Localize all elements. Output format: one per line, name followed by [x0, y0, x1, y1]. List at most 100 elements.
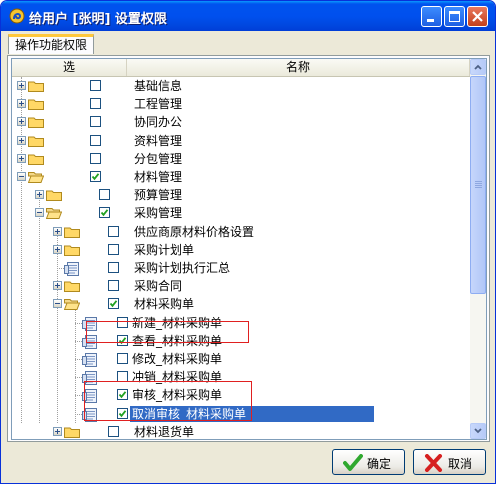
folder-icon	[28, 116, 44, 128]
tree-row[interactable]: 材料管理	[12, 168, 470, 186]
ok-button[interactable]: 确定	[332, 449, 405, 475]
vertical-scrollbar[interactable]	[470, 59, 486, 439]
checkmark-icon	[343, 454, 363, 471]
tree-item-label: 材料退货单	[134, 425, 195, 439]
tree-item-label: 材料采购单	[134, 297, 195, 311]
expand-icon[interactable]	[17, 136, 26, 145]
tree-item-label: 预算管理	[134, 188, 183, 202]
collapse-icon[interactable]	[35, 208, 44, 217]
title-bar[interactable]: 给用户 [张明] 设置权限	[1, 1, 495, 31]
permission-checkbox[interactable]	[90, 153, 101, 164]
folder-icon	[64, 426, 80, 438]
app-icon	[9, 8, 25, 24]
close-icon	[472, 11, 483, 22]
permission-checkbox[interactable]	[99, 207, 110, 218]
tree-row[interactable]: 协同办公	[12, 113, 470, 131]
tree-row[interactable]: 供应商原材料价格设置	[12, 223, 470, 241]
document-icon	[64, 262, 80, 276]
permission-checkbox[interactable]	[90, 135, 101, 146]
tree-item-label: 供应商原材料价格设置	[134, 225, 255, 239]
cancel-button[interactable]: 取消	[413, 449, 486, 475]
tree-item-label: 工程管理	[134, 97, 183, 111]
tree-row[interactable]: 采购计划执行汇总	[12, 259, 470, 277]
tree-item-label: 资料管理	[134, 134, 183, 148]
minimize-button[interactable]	[421, 6, 442, 27]
scroll-down-button[interactable]	[470, 423, 486, 439]
highlight-box	[86, 321, 249, 343]
tree-item-label: 采购计划单	[134, 243, 195, 257]
highlight-box	[84, 381, 252, 421]
tree-row[interactable]: 修改_材料采购单	[12, 350, 470, 368]
folder-icon	[28, 98, 44, 110]
document-icon	[82, 353, 98, 367]
tab-panel: 选 名称 基础信息工程管理协同办公资料管理分包管理材料管理预算管理采购管理供应商…	[7, 55, 490, 442]
tree-row[interactable]: 采购管理	[12, 204, 470, 222]
permission-tree: 选 名称 基础信息工程管理协同办公资料管理分包管理材料管理预算管理采购管理供应商…	[11, 58, 487, 440]
permission-checkbox[interactable]	[108, 244, 119, 255]
maximize-button[interactable]	[444, 6, 465, 27]
permission-checkbox[interactable]	[108, 226, 119, 237]
column-header-name[interactable]: 名称	[127, 59, 470, 76]
tree-item-label: 修改_材料采购单	[132, 352, 223, 366]
folder-icon	[64, 280, 80, 292]
tree-row[interactable]: 材料采购单	[12, 295, 470, 313]
tree-item-label: 分包管理	[134, 152, 183, 166]
permission-checkbox[interactable]	[108, 298, 119, 309]
window-title: 给用户 [张明] 设置权限	[29, 12, 167, 27]
folder-icon	[28, 135, 44, 147]
tree-item-label: 材料管理	[134, 170, 183, 184]
tab-operation-permissions[interactable]: 操作功能权限	[8, 34, 95, 54]
permission-checkbox[interactable]	[90, 80, 101, 91]
tree-item-label: 协同办公	[134, 115, 183, 129]
chevron-up-icon	[474, 64, 482, 70]
expand-icon[interactable]	[53, 281, 62, 290]
folder-open-icon	[45, 207, 63, 219]
tab-bar: 操作功能权限	[4, 34, 492, 56]
tree-row[interactable]: 基础信息	[12, 77, 470, 95]
tree-row[interactable]: 材料退货单	[12, 423, 470, 439]
collapse-icon[interactable]	[17, 172, 26, 181]
folder-icon	[64, 244, 80, 256]
tree-item-label: 采购合同	[134, 279, 183, 293]
permission-checkbox[interactable]	[99, 189, 110, 200]
tree-row[interactable]: 采购合同	[12, 277, 470, 295]
permission-checkbox[interactable]	[90, 171, 101, 182]
expand-icon[interactable]	[17, 99, 26, 108]
tree-item-label: 采购管理	[134, 206, 183, 220]
column-header-select[interactable]: 选	[12, 59, 127, 76]
tree-row[interactable]: 资料管理	[12, 132, 470, 150]
expand-icon[interactable]	[17, 154, 26, 163]
expand-icon[interactable]	[53, 245, 62, 254]
permission-checkbox[interactable]	[108, 262, 119, 273]
tree-row[interactable]: 工程管理	[12, 95, 470, 113]
tree-row[interactable]: 采购计划单	[12, 241, 470, 259]
cross-icon	[425, 454, 442, 472]
folder-icon	[64, 226, 80, 238]
minimize-icon	[427, 19, 434, 22]
folder-icon	[46, 189, 62, 201]
expand-icon[interactable]	[53, 227, 62, 236]
tree-item-label: 采购计划执行汇总	[134, 261, 231, 275]
permission-checkbox[interactable]	[90, 116, 101, 127]
tree-header: 选 名称	[12, 59, 470, 77]
close-button[interactable]	[467, 6, 488, 27]
expand-icon[interactable]	[53, 427, 62, 436]
folder-open-icon	[27, 171, 45, 183]
permission-checkbox[interactable]	[90, 98, 101, 109]
permission-checkbox[interactable]	[108, 426, 119, 437]
tree-row[interactable]: 分包管理	[12, 150, 470, 168]
expand-icon[interactable]	[17, 117, 26, 126]
permission-checkbox[interactable]	[108, 280, 119, 291]
expand-icon[interactable]	[17, 81, 26, 90]
chevron-down-icon	[474, 428, 482, 434]
expand-icon[interactable]	[35, 190, 44, 199]
folder-icon	[28, 153, 44, 165]
permission-checkbox[interactable]	[117, 353, 128, 364]
collapse-icon[interactable]	[53, 299, 62, 308]
folder-open-icon	[63, 298, 81, 310]
scroll-thumb[interactable]	[470, 76, 486, 294]
permission-dialog: 给用户 [张明] 设置权限 操作功能权限 选 名称 基础信息工程管理协同办公资料…	[0, 0, 496, 484]
tree-row[interactable]: 预算管理	[12, 186, 470, 204]
scroll-up-button[interactable]	[470, 59, 486, 75]
tree-item-label: 基础信息	[134, 79, 183, 93]
